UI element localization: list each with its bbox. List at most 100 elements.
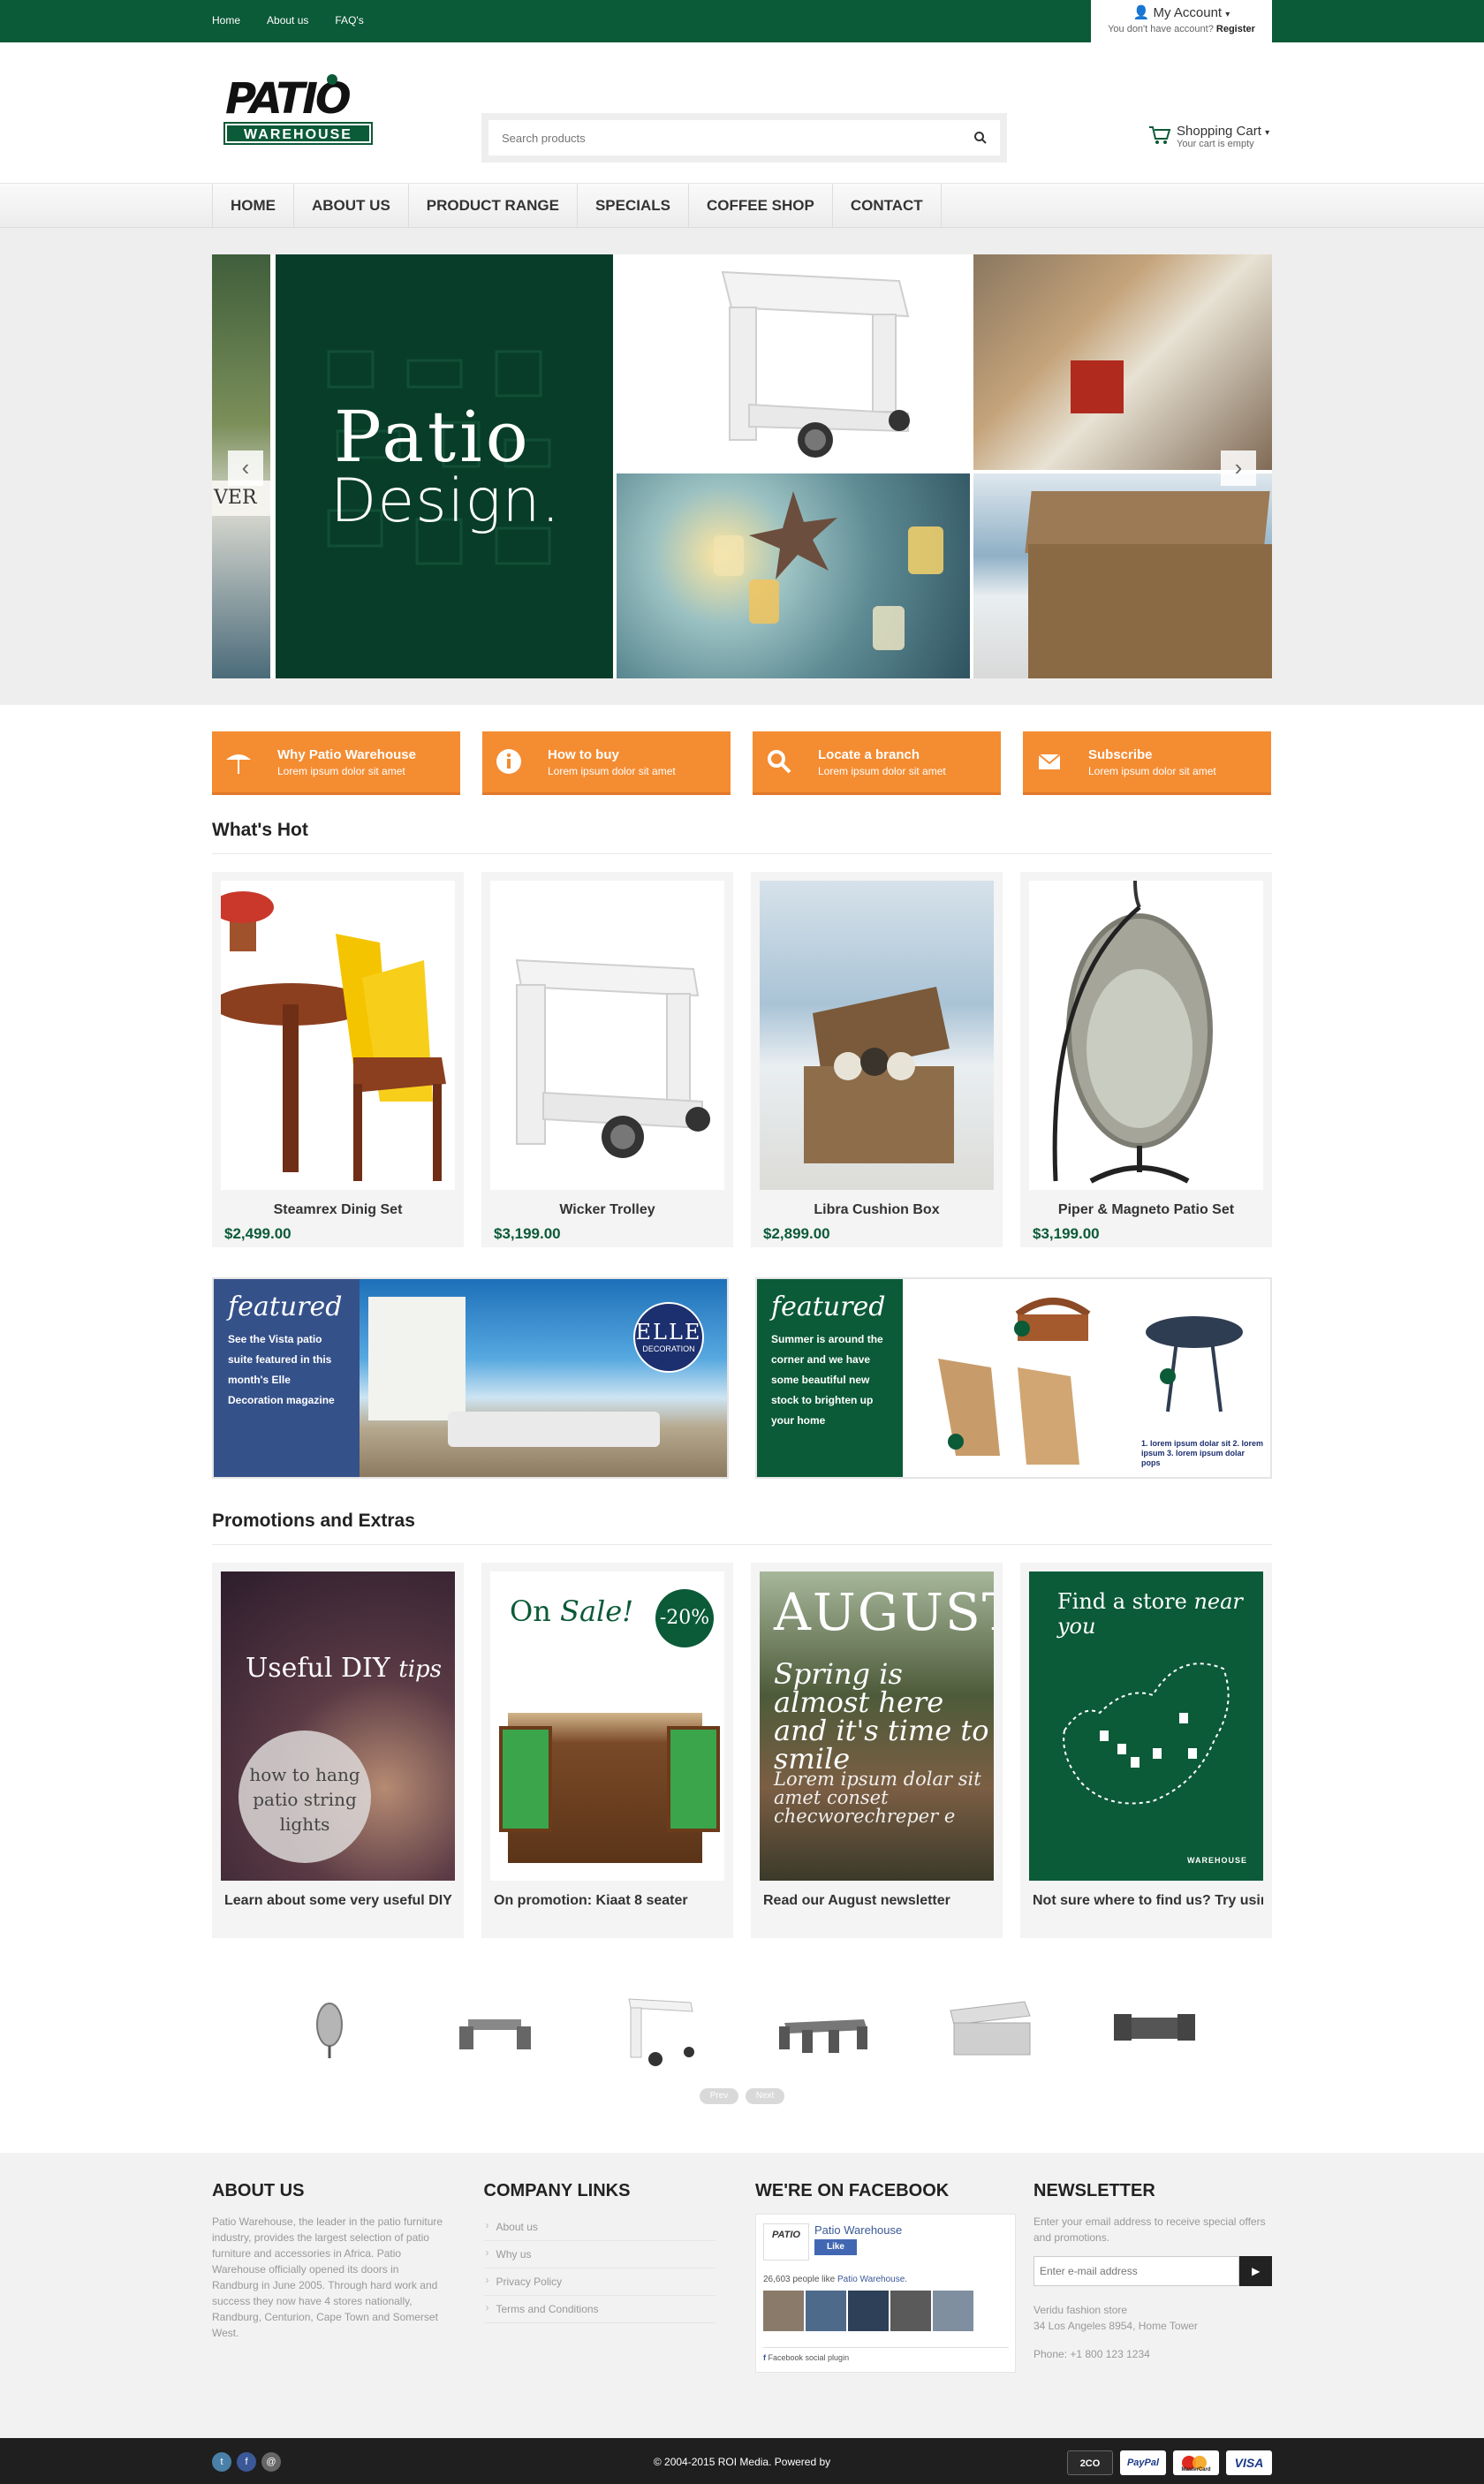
phone-number: Phone: +1 800 123 1234 — [1034, 2348, 1150, 2360]
carousel-item[interactable] — [776, 1984, 873, 2072]
slide-cushion-box-image — [973, 473, 1272, 678]
product-card[interactable]: Piper & Magneto Patio Set $3,199.00 — [1020, 872, 1272, 1247]
slider-next-button[interactable]: › — [1221, 451, 1256, 486]
promo-card-find-store[interactable]: Find a store near you WAREHOUSE Not sure… — [1020, 1563, 1272, 1938]
carousel-prev-button[interactable]: Prev — [700, 2088, 738, 2104]
featured-desc: See the Vista patio suite featured in th… — [228, 1333, 335, 1406]
cart-title: Shopping Cart — [1177, 124, 1261, 139]
facebook-count-page[interactable]: Patio Warehouse. — [837, 2275, 907, 2284]
nav-home[interactable]: HOME — [213, 184, 294, 228]
footer-link-about[interactable]: About us — [483, 2214, 716, 2241]
product-card[interactable]: Libra Cushion Box $2,899.00 — [751, 872, 1003, 1247]
promo-image: Useful DIY tips how to hang patio string… — [221, 1571, 455, 1881]
account-box[interactable]: 👤 My Account ▾ You don't have account? R… — [1091, 0, 1272, 42]
carousel-next-button[interactable]: Next — [746, 2088, 784, 2104]
facebook-page-name[interactable]: Patio Warehouse — [814, 2223, 902, 2237]
promo-image-title: On — [510, 1594, 551, 1628]
carousel-item[interactable] — [941, 1984, 1038, 2072]
account-title[interactable]: My Account — [1154, 5, 1223, 20]
product-card[interactable]: Steamrex Dinig Set $2,499.00 — [212, 872, 464, 1247]
product-price: $2,499.00 — [224, 1225, 292, 1242]
carousel-item[interactable] — [281, 1984, 378, 2072]
carousel-pager: Prev Next — [212, 2088, 1272, 2104]
promo-image: AUGUST Spring is almost here and it's ti… — [760, 1571, 994, 1881]
featured-banners: featured See the Vista patio suite featu… — [212, 1277, 1272, 1479]
newsletter-email-input[interactable] — [1034, 2256, 1240, 2286]
facebook-like-button[interactable]: Like — [814, 2239, 857, 2255]
facebook-plugin-label: Facebook social plugin — [768, 2353, 850, 2362]
nav-about-us[interactable]: ABOUT US — [294, 184, 409, 228]
promo-card-diy[interactable]: Useful DIY tips how to hang patio string… — [212, 1563, 464, 1938]
promo-caption: Learn about some very useful DIY tips — [224, 1893, 455, 1908]
featured-banner-summer[interactable]: featured Summer is around the corner and… — [755, 1277, 1272, 1479]
featured-banner-elle[interactable]: featured See the Vista patio suite featu… — [212, 1277, 729, 1479]
logo-patio: PATIO — [225, 74, 352, 124]
nav-specials[interactable]: SPECIALS — [578, 184, 689, 228]
facebook-page-logo: PATIO — [763, 2223, 809, 2261]
top-link-faqs[interactable]: FAQ's — [335, 14, 363, 27]
footer-links: COMPANY LINKS About us Why us Privacy Po… — [483, 2181, 716, 2373]
avatar[interactable] — [848, 2291, 889, 2331]
hero-section: VER Patio Design. ‹ › — [0, 228, 1484, 705]
slide-trolley-image — [617, 254, 970, 470]
slide-patio-design: Patio Design. — [276, 254, 613, 678]
visa-icon: VISA — [1226, 2450, 1272, 2475]
avatar[interactable] — [763, 2291, 804, 2331]
newsletter-submit-button[interactable]: ▶ — [1239, 2256, 1272, 2286]
carousel-item[interactable] — [446, 1984, 543, 2072]
nav-coffee-shop[interactable]: COFFEE SHOP — [689, 184, 833, 228]
featured-image-villa: ELLE DECORATION — [360, 1279, 727, 1477]
facebook-widget: PATIO Patio Warehouse Like 26,603 people… — [755, 2214, 1016, 2373]
promotions-title: Promotions and Extras — [212, 1511, 1272, 1545]
trolley-illustration — [721, 270, 910, 458]
feature-locate-branch[interactable]: Locate a branch Lorem ipsum dolor sit am… — [753, 731, 1001, 795]
2co-icon: 2CO — [1067, 2450, 1113, 2475]
feature-sub: Lorem ipsum dolor sit amet — [1088, 765, 1216, 777]
logo[interactable]: PATIO WAREHOUSE — [223, 74, 373, 154]
carousel-item[interactable] — [1106, 1984, 1203, 2072]
main-nav: HOME ABOUT US PRODUCT RANGE SPECIALS COF… — [0, 184, 1484, 228]
slide-side-text: VER — [212, 481, 270, 516]
elle-badge: ELLE DECORATION — [633, 1302, 704, 1373]
footer-link-privacy[interactable]: Privacy Policy — [483, 2268, 716, 2296]
slide-deck-image — [973, 254, 1272, 470]
top-link-home[interactable]: Home — [212, 14, 240, 27]
promo-image-title: Useful DIY — [246, 1653, 390, 1684]
avatar[interactable] — [933, 2291, 973, 2331]
product-card[interactable]: Wicker Trolley $3,199.00 — [481, 872, 733, 1247]
elle-badge-title: ELLE — [635, 1320, 702, 1344]
carousel-item[interactable] — [611, 1984, 708, 2072]
search-input[interactable] — [488, 120, 948, 155]
logo-warehouse: WAREHOUSE — [223, 122, 373, 145]
promo-card-sale[interactable]: On Sale! -20% On promotion: Kiaat 8 seat… — [481, 1563, 733, 1938]
promo-card-newsletter[interactable]: AUGUST Spring is almost here and it's ti… — [751, 1563, 1003, 1938]
footer-link-why-us[interactable]: Why us — [483, 2241, 716, 2268]
footer-links-title: COMPANY LINKS — [483, 2181, 631, 2200]
feature-subscribe[interactable]: Subscribe Lorem ipsum dolor sit amet — [1023, 731, 1271, 795]
cart-icon — [1149, 126, 1171, 144]
feature-how-to-buy[interactable]: How to buy Lorem ipsum dolor sit amet — [482, 731, 731, 795]
featured-title: featured — [228, 1291, 343, 1322]
feature-sub: Lorem ipsum dolor sit amet — [548, 765, 676, 777]
feature-sub: Lorem ipsum dolor sit amet — [818, 765, 946, 777]
mastercard-icon: MasterCard — [1173, 2450, 1219, 2475]
top-link-about[interactable]: About us — [267, 14, 308, 27]
promo-image-title: Find a store — [1057, 1589, 1187, 1614]
payment-methods: 2CO PayPal MasterCard VISA — [1067, 2450, 1272, 2475]
promo-image-circle-text: how to hang patio string lights — [238, 1730, 371, 1863]
footer-link-terms[interactable]: Terms and Conditions — [483, 2296, 716, 2323]
avatar[interactable] — [890, 2291, 931, 2331]
nav-product-range[interactable]: PRODUCT RANGE — [409, 184, 578, 228]
feature-why-patio[interactable]: Why Patio Warehouse Lorem ipsum dolor si… — [212, 731, 460, 795]
hero-slider[interactable]: VER Patio Design. ‹ › — [212, 254, 1272, 678]
account-sub: You don't have account? — [1108, 24, 1214, 34]
footer-facebook-title: WE'RE ON FACEBOOK — [755, 2181, 950, 2200]
shopping-cart[interactable]: Shopping Cart ▾ Your cart is empty — [1148, 124, 1272, 149]
nav-contact[interactable]: CONTACT — [833, 184, 942, 228]
slider-prev-button[interactable]: ‹ — [228, 451, 263, 486]
avatar[interactable] — [806, 2291, 846, 2331]
address-line2: 34 Los Angeles 8954, Home Tower — [1034, 2320, 1198, 2332]
register-link[interactable]: Register — [1216, 24, 1255, 34]
logo-dot — [327, 74, 337, 85]
search-icon[interactable] — [973, 131, 988, 145]
